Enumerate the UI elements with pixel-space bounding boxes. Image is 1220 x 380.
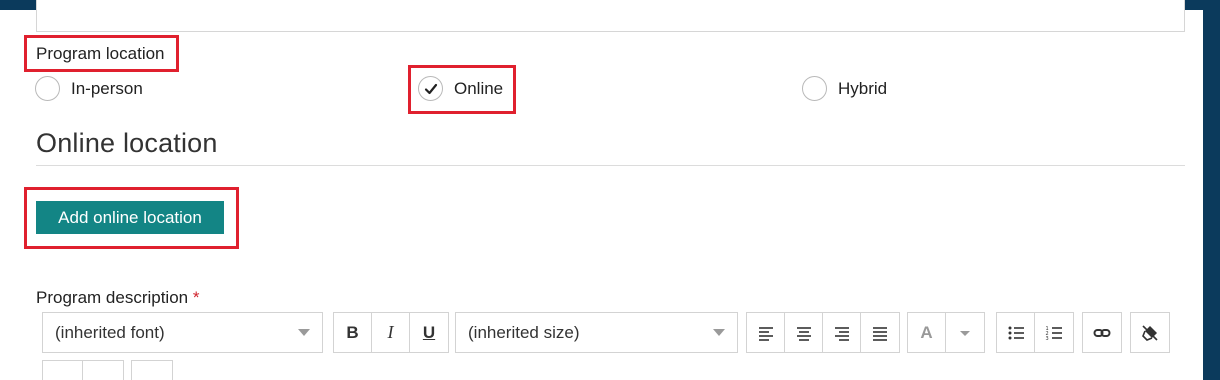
align-justify-icon [873,326,887,341]
radio-in-person-label: In-person [71,78,143,98]
list-group: 123 [996,312,1074,353]
numbered-list-button[interactable]: 123 [1035,313,1073,352]
insert-link-button[interactable] [1083,313,1121,352]
alignment-group [746,312,900,353]
align-center-icon [796,326,811,341]
radio-hybrid-label: Hybrid [838,78,888,98]
chevron-down-icon[interactable] [701,313,737,352]
previous-field-input[interactable] [36,0,1185,32]
underline-button[interactable]: U [410,313,448,352]
required-asterisk: * [192,288,200,307]
toolbar-row-2-group-a [42,360,124,380]
link-group [1082,312,1122,353]
font-size-select[interactable]: (inherited size) [455,312,738,353]
font-color-group: A [907,312,985,353]
italic-button[interactable]: I [372,313,410,352]
radio-hybrid[interactable]: Hybrid [802,76,887,101]
program-description-text: Program description [36,288,189,307]
bullet-list-icon [1008,326,1024,339]
toolbar-row-2-button[interactable] [132,361,172,380]
underline-icon: U [422,322,436,342]
bold-button[interactable]: B [334,313,372,352]
radio-hybrid-circle[interactable] [802,76,827,101]
text-style-group: B I U [333,312,449,353]
toolbar-row-2-button[interactable] [43,361,83,380]
numbered-list-icon: 123 [1046,326,1062,342]
clear-format-group [1130,312,1170,353]
clear-formatting-button[interactable] [1131,313,1169,352]
program-description-label: Program description * [36,288,199,308]
chevron-down-icon [960,330,970,336]
font-size-value: (inherited size) [468,322,580,342]
italic-icon: I [387,322,394,342]
toolbar-row-2-group-b [131,360,173,380]
font-color-button[interactable]: A [908,313,946,352]
section-divider [36,165,1185,166]
align-left-button[interactable] [747,313,785,352]
svg-text:3: 3 [1046,336,1049,342]
bold-icon: B [346,322,359,342]
online-location-heading: Online location [36,128,218,158]
eraser-icon [1142,324,1158,341]
toolbar-row-2-button[interactable] [83,361,123,380]
highlight-online-option [408,65,516,114]
font-family-value: (inherited font) [55,322,165,342]
align-center-button[interactable] [785,313,823,352]
radio-in-person[interactable]: In-person [35,76,143,101]
font-color-icon: A [920,322,933,342]
highlight-program-location [24,35,179,72]
align-right-button[interactable] [823,313,861,352]
align-left-icon [758,326,773,341]
radio-in-person-circle[interactable] [35,76,60,101]
align-right-icon [834,326,849,341]
bullet-list-button[interactable] [997,313,1035,352]
program-location-radio-group: In-person Online Hybrid [0,76,1203,103]
font-color-dropdown[interactable] [946,313,984,352]
font-family-select[interactable]: (inherited font) [42,312,323,353]
link-icon [1093,328,1111,337]
chevron-down-icon[interactable] [286,313,322,352]
align-justify-button[interactable] [861,313,899,352]
highlight-add-online-location [24,187,239,249]
